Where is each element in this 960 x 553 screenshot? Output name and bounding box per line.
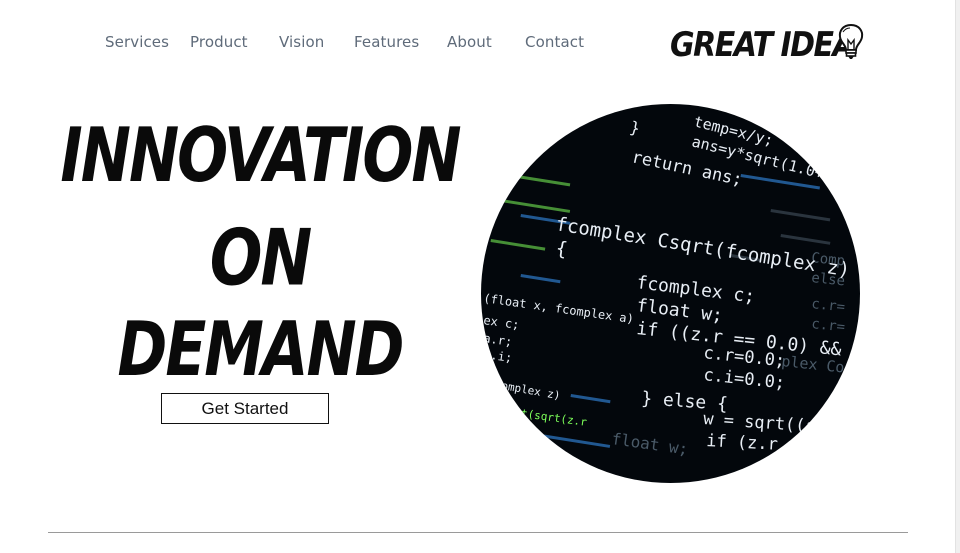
code-glyph-stroke-8: [540, 434, 611, 448]
code-glyph-stroke-10: [570, 394, 611, 404]
code-line-dim-2: a.r;: [483, 331, 514, 349]
code-line-dim-6: c.r=: [811, 296, 846, 315]
code-glyph-stroke-3: [490, 238, 546, 251]
hero-code-image: (float x, fcomplex a) ex c; a.r; a.i; omplex…: [481, 104, 860, 483]
code-line-14: c.r: [761, 453, 793, 475]
code-line-dim-11: float w;: [610, 429, 689, 459]
lightbulb-icon: [838, 23, 864, 59]
code-line-1: }: [628, 117, 642, 138]
nav-link-product[interactable]: Product: [190, 33, 248, 51]
code-glyph-stroke-1: [500, 198, 571, 213]
code-line-dim-3: a.i;: [483, 347, 514, 365]
code-line-5: {: [554, 237, 569, 261]
nav-link-features[interactable]: Features: [354, 33, 419, 51]
code-line-dim-4: omplex z): [500, 379, 561, 402]
code-glyph-stroke-0: [510, 174, 571, 187]
nav-link-about[interactable]: About: [447, 33, 492, 51]
headline-line-3: DEMAND: [117, 306, 405, 394]
logo-text: GREAT IDEA: [670, 26, 856, 66]
code-glyph-stroke-5: [770, 209, 831, 222]
section-divider: [48, 532, 908, 533]
get-started-button[interactable]: Get Started: [161, 393, 329, 424]
nav-link-contact[interactable]: Contact: [525, 33, 584, 51]
code-screen-graphic: (float x, fcomplex a)ex c;a.r;a.i;omplex…: [483, 112, 860, 475]
code-glyph-stroke-6: [780, 234, 831, 245]
nav-link-vision[interactable]: Vision: [279, 33, 324, 51]
headline-line-2: ON: [209, 212, 313, 304]
nav-link-services[interactable]: Services: [105, 33, 169, 51]
code-line-dim-1: ex c;: [483, 313, 521, 332]
scrollbar-edge: [955, 0, 960, 553]
code-glyph-stroke-9: [500, 459, 561, 472]
code-line-dim-7: c.r=: [811, 316, 846, 335]
code-line-13: if (z.r >= 0.0){: [706, 431, 860, 460]
code-line-dim-5: sqrt(sqrt(z.r: [501, 404, 588, 429]
headline-line-1: INNOVATION: [60, 112, 461, 200]
code-line-4: fcomplex Csqrt(fcomplex z): [554, 213, 851, 281]
site-logo[interactable]: GREAT IDEA: [670, 20, 870, 66]
code-glyph-stroke-7: [520, 274, 561, 284]
